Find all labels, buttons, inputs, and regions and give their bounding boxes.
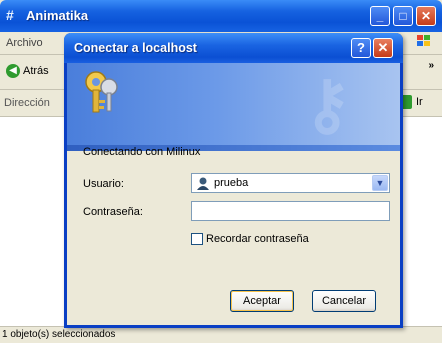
address-label: Dirección bbox=[4, 97, 50, 109]
explorer-window-icon: # bbox=[6, 7, 14, 23]
keys-icon bbox=[81, 69, 121, 118]
go-label: Ir bbox=[416, 96, 423, 108]
remember-password-checkbox[interactable]: Recordar contraseña bbox=[191, 233, 309, 245]
explorer-titlebar[interactable]: # Animatika _ □ ✕ bbox=[0, 0, 442, 32]
explorer-title: Animatika bbox=[26, 8, 89, 23]
windows-logo-icon bbox=[416, 34, 432, 52]
maximize-button[interactable]: □ bbox=[393, 6, 413, 26]
status-bar: 1 objeto(s) seleccionados bbox=[0, 326, 442, 343]
menu-archivo[interactable]: Archivo bbox=[6, 37, 43, 49]
user-combobox[interactable]: prueba ▼ bbox=[191, 173, 390, 193]
dialog-titlebar[interactable]: Conectar a localhost ? ✕ bbox=[64, 33, 403, 63]
help-button[interactable]: ? bbox=[351, 38, 371, 58]
cancel-button[interactable]: Cancelar bbox=[312, 290, 376, 312]
key-watermark-icon: ⚷ bbox=[303, 67, 352, 141]
status-text: 1 objeto(s) seleccionados bbox=[2, 329, 116, 340]
connect-dialog: Conectar a localhost ? ✕ ⚷ Conectando co… bbox=[64, 33, 403, 328]
toolbar-more-chevron[interactable]: » bbox=[428, 60, 434, 71]
back-arrow-icon: ◀ bbox=[6, 64, 20, 78]
user-value: prueba bbox=[214, 177, 249, 189]
remember-label: Recordar contraseña bbox=[206, 233, 309, 245]
user-icon bbox=[196, 176, 210, 190]
explorer-close-button[interactable]: ✕ bbox=[416, 6, 436, 26]
password-label: Contraseña: bbox=[83, 206, 143, 218]
dialog-title: Conectar a localhost bbox=[74, 41, 197, 55]
password-field[interactable] bbox=[191, 201, 390, 221]
chevron-down-icon[interactable]: ▼ bbox=[372, 175, 388, 191]
checkbox-box[interactable] bbox=[191, 233, 203, 245]
dialog-banner: ⚷ bbox=[67, 63, 400, 151]
minimize-button[interactable]: _ bbox=[370, 6, 390, 26]
connecting-text: Conectando con Milinux bbox=[83, 146, 201, 158]
dialog-close-button[interactable]: ✕ bbox=[373, 38, 393, 58]
user-label: Usuario: bbox=[83, 178, 124, 190]
back-label: Atrás bbox=[23, 65, 49, 77]
accept-button[interactable]: Aceptar bbox=[230, 290, 294, 312]
back-button[interactable]: ◀ Atrás bbox=[6, 64, 49, 78]
